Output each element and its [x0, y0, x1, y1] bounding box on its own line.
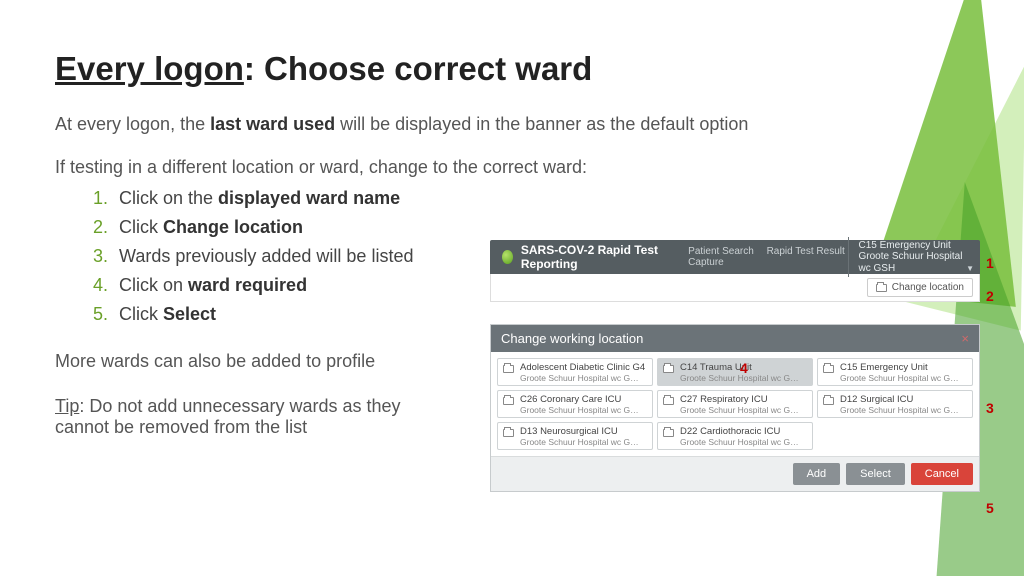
add-button[interactable]: Add: [793, 463, 841, 485]
ward-card-selected[interactable]: C14 Trauma UnitGroote Schuur Hospital wc…: [657, 358, 813, 386]
dialog-header: Change working location ×: [491, 325, 979, 352]
caret-down-icon: ▼: [966, 264, 974, 273]
change-location-button[interactable]: Change location: [867, 278, 973, 297]
title-rest: : Choose correct ward: [244, 50, 592, 87]
ward-card[interactable]: C26 Coronary Care ICUGroote Schuur Hospi…: [497, 390, 653, 418]
folder-icon: [503, 429, 514, 437]
step-item: Click on the displayed ward name: [119, 184, 964, 213]
folder-icon: [823, 365, 834, 373]
folder-icon: [823, 397, 834, 405]
folder-icon: [503, 365, 514, 373]
nav-patient-search[interactable]: Patient Search: [688, 246, 754, 257]
page-title: Every logon: Choose correct ward: [55, 50, 964, 88]
callout-2: 2: [986, 288, 994, 304]
ward-card[interactable]: D22 Cardiothoracic ICUGroote Schuur Hosp…: [657, 422, 813, 450]
ward-card[interactable]: Adolescent Diabetic Clinic G4Groote Schu…: [497, 358, 653, 386]
tip-label: Tip: [55, 396, 79, 416]
app-title: SARS-COV-2 Rapid Test Reporting: [521, 243, 674, 271]
app-screenshot: SARS-COV-2 Rapid Test Reporting Patient …: [490, 240, 980, 492]
nav-links: Patient Search Rapid Test Result Capture: [688, 246, 847, 268]
ward-card[interactable]: D13 Neurosurgical ICUGroote Schuur Hospi…: [497, 422, 653, 450]
folder-icon: [663, 365, 674, 373]
ward-grid: Adolescent Diabetic Clinic G4Groote Schu…: [491, 352, 979, 456]
folder-icon: [876, 284, 887, 292]
tip-paragraph: Tip: Do not add unnecessary wards as the…: [55, 396, 455, 438]
callout-3: 3: [986, 400, 994, 416]
change-location-dialog: Change working location × Adolescent Dia…: [490, 324, 980, 492]
ward-card[interactable]: C15 Emergency UnitGroote Schuur Hospital…: [817, 358, 973, 386]
ward-card[interactable]: C27 Respiratory ICUGroote Schuur Hospita…: [657, 390, 813, 418]
callout-4: 4: [740, 360, 748, 376]
dialog-title: Change working location: [501, 331, 643, 346]
app-logo-icon: [502, 250, 513, 264]
callout-5: 5: [986, 500, 994, 516]
lead-paragraph: At every logon, the last ward used will …: [55, 114, 964, 135]
ward-card[interactable]: D12 Surgical ICUGroote Schuur Hospital w…: [817, 390, 973, 418]
callout-1: 1: [986, 255, 994, 271]
select-button[interactable]: Select: [846, 463, 905, 485]
change-location-row: Change location: [490, 274, 980, 302]
dialog-footer: Add Select Cancel: [491, 456, 979, 491]
close-icon[interactable]: ×: [961, 331, 969, 346]
ward-line2: Groote Schuur Hospital wc GSH: [859, 251, 970, 274]
folder-icon: [663, 429, 674, 437]
app-banner: SARS-COV-2 Rapid Test Reporting Patient …: [490, 240, 980, 274]
cancel-button[interactable]: Cancel: [911, 463, 973, 485]
slide: Every logon: Choose correct ward At ever…: [0, 0, 1024, 576]
title-underlined: Every logon: [55, 50, 244, 87]
current-ward-dropdown[interactable]: C15 Emergency Unit Groote Schuur Hospita…: [848, 237, 980, 278]
folder-icon: [663, 397, 674, 405]
step-item: Click Change location: [119, 213, 964, 242]
sub-paragraph: If testing in a different location or wa…: [55, 157, 964, 178]
folder-icon: [503, 397, 514, 405]
ward-line1: C15 Emergency Unit: [859, 240, 970, 252]
